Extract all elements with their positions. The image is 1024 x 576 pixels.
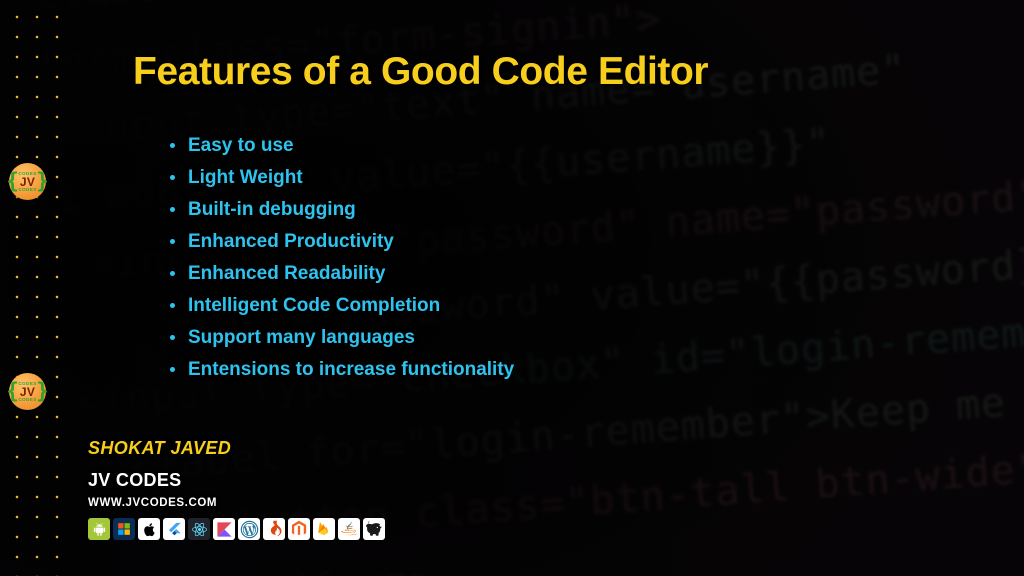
kotlin-icon — [213, 518, 235, 540]
bullet-icon — [170, 174, 175, 180]
apple-icon — [138, 518, 160, 540]
windows-icon — [113, 518, 135, 540]
slide-content: Features of a Good Code Editor Easy to u… — [0, 0, 1024, 576]
list-item: Enhanced Productivity — [170, 225, 514, 257]
react-native-icon — [188, 518, 210, 540]
list-item: Light Weight — [170, 161, 514, 193]
list-item: Support many languages — [170, 321, 514, 353]
flutter-icon — [163, 518, 185, 540]
bullet-icon — [170, 270, 175, 276]
wordpress-icon — [238, 518, 260, 540]
list-item-label: Built-in debugging — [188, 198, 356, 220]
bullet-icon — [170, 206, 175, 212]
bullet-icon — [170, 142, 175, 148]
tech-icon-strip — [88, 518, 385, 540]
list-item: Built-in debugging — [170, 193, 514, 225]
company-name: JV CODES — [88, 470, 182, 490]
list-item: Intelligent Code Completion — [170, 289, 514, 321]
list-item-label: Intelligent Code Completion — [188, 294, 441, 316]
java-icon — [338, 518, 360, 540]
list-item-label: Enhanced Productivity — [188, 230, 394, 252]
bullet-icon — [170, 238, 175, 244]
list-item-label: Enhanced Readability — [188, 262, 386, 284]
android-icon — [88, 518, 110, 540]
list-item-label: Easy to use — [188, 134, 294, 156]
bullet-icon — [170, 366, 175, 372]
brand-block: SHOKAT JAVED JV CODES WWW.JVCODES.COM — [88, 438, 231, 509]
magento-icon — [288, 518, 310, 540]
list-item-label: Support many languages — [188, 326, 415, 348]
list-item-label: Light Weight — [188, 166, 303, 188]
list-item: Entensions to increase functionality — [170, 353, 514, 385]
author-name: SHOKAT JAVED — [88, 438, 232, 458]
list-item-label: Entensions to increase functionality — [188, 358, 515, 380]
bullet-icon — [170, 302, 175, 308]
codeigniter-icon — [263, 518, 285, 540]
feature-list: Easy to use Light Weight Built-in debugg… — [170, 129, 514, 385]
php-icon — [363, 518, 385, 540]
list-item: Easy to use — [170, 129, 514, 161]
list-item: Enhanced Readability — [170, 257, 514, 289]
bullet-icon — [170, 334, 175, 340]
firebase-icon — [313, 518, 335, 540]
page-title: Features of a Good Code Editor — [133, 50, 709, 93]
presentation-slide: class="form-box login-box active"> <form… — [0, 0, 1024, 576]
website-url: WWW.JVCODES.COM — [88, 497, 218, 509]
